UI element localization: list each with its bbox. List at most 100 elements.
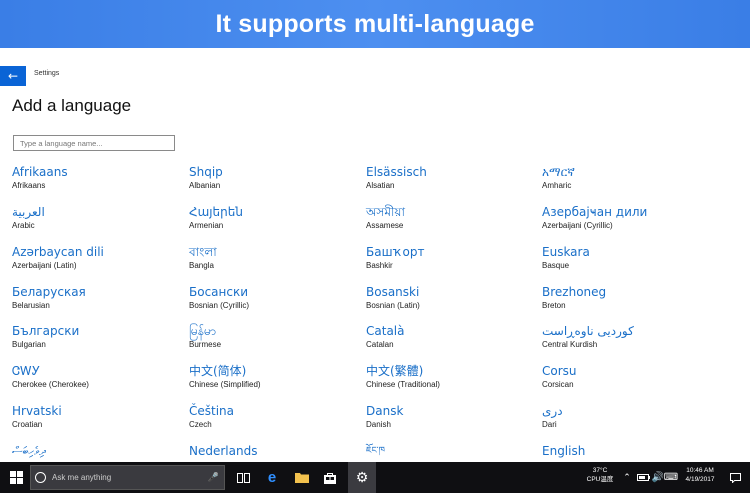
language-item[interactable]: Català Catalan: [366, 324, 536, 351]
language-item[interactable]: Corsu Corsican: [542, 364, 712, 391]
language-item[interactable]: ཇོང་ཁ: [366, 444, 536, 459]
language-native-name: Azərbaycan dili: [12, 245, 104, 259]
gear-icon: ⚙: [355, 469, 369, 486]
language-native-name: অসমীয়া: [366, 205, 405, 219]
taskbar: Ask me anything 🎤 e ⚙ 37°C CPU温度 ⌃ 🔊 ⌨ 1…: [0, 462, 750, 493]
language-english-name: Corsican: [542, 380, 574, 389]
start-button[interactable]: [8, 462, 24, 493]
language-english-name: Afrikaans: [12, 181, 46, 190]
language-native-name: 中文(繁體): [366, 364, 424, 378]
language-item[interactable]: አማርኛ Amharic: [542, 165, 712, 192]
language-english-name: Breton: [542, 301, 566, 310]
language-item[interactable]: Elsässisch Alsatian: [366, 165, 536, 192]
language-native-name: درى: [542, 404, 563, 418]
language-item[interactable]: Հայերեն Armenian: [189, 205, 359, 232]
settings-taskbar-button[interactable]: ⚙: [348, 462, 376, 493]
language-native-name: Азербајҹан дили: [542, 205, 648, 219]
store-button[interactable]: [320, 462, 340, 493]
language-item[interactable]: 中文(简体) Chinese (Simplified): [189, 364, 359, 391]
language-item[interactable]: বাংলা Bangla: [189, 245, 359, 272]
task-view-icon: [236, 472, 250, 483]
language-english-name: Croatian: [12, 420, 43, 429]
taskbar-search-box[interactable]: Ask me anything 🎤: [30, 465, 225, 490]
chevron-up-icon: ⌃: [623, 472, 631, 483]
language-item[interactable]: Čeština Czech: [189, 404, 359, 431]
search-input[interactable]: Type a language name...: [13, 135, 175, 151]
language-english-name: Azerbaijani (Cyrillic): [542, 221, 613, 230]
store-bag-icon: [324, 472, 336, 484]
language-item[interactable]: Dansk Danish: [366, 404, 536, 431]
language-native-name: ཇོང་ཁ: [366, 446, 385, 456]
language-item[interactable]: Shqip Albanian: [189, 165, 359, 192]
language-english-name: Dari: [542, 420, 557, 429]
clock[interactable]: 10:46 AM 4/19/2017: [680, 466, 720, 484]
task-view-button[interactable]: [234, 462, 252, 493]
language-native-name: Čeština: [189, 404, 235, 418]
cpu-temp-label: CPU温度: [586, 476, 614, 483]
language-english-name: Catalan: [366, 340, 394, 349]
language-item[interactable]: Nederlands: [189, 444, 359, 459]
language-english-name: Bulgarian: [12, 340, 46, 349]
language-item[interactable]: Azərbaycan dili Azerbaijani (Latin): [12, 245, 182, 272]
language-english-name: Assamese: [366, 221, 404, 230]
language-item[interactable]: 中文(繁體) Chinese (Traditional): [366, 364, 536, 391]
language-native-name: Български: [12, 324, 80, 338]
language-item[interactable]: Euskara Basque: [542, 245, 712, 272]
folder-icon: [295, 473, 309, 483]
language-item[interactable]: ᏣᎳᎩ Cherokee (Cherokee): [12, 364, 182, 391]
language-item[interactable]: မြန်မာ Burmese: [189, 324, 359, 351]
cpu-temperature: 37°C CPU温度: [585, 466, 615, 484]
language-item[interactable]: درى Dari: [542, 404, 712, 431]
language-item[interactable]: Hrvatski Croatian: [12, 404, 182, 431]
windows-icon: [9, 471, 23, 484]
language-item[interactable]: Afrikaans Afrikaans: [12, 165, 182, 192]
language-english-name: Amharic: [542, 181, 572, 190]
language-native-name: Հայերեն: [189, 205, 243, 219]
language-item[interactable]: العربية Arabic: [12, 205, 182, 232]
language-english-name: Danish: [366, 420, 391, 429]
language-native-name: Hrvatski: [12, 404, 62, 418]
language-english-name: Bashkir: [366, 261, 393, 270]
language-native-name: မြန်မာ: [189, 324, 216, 338]
language-english-name: Arabic: [12, 221, 35, 230]
back-button[interactable]: ←: [0, 66, 26, 86]
battery-button[interactable]: [636, 462, 650, 493]
language-english-name: Basque: [542, 261, 570, 270]
cpu-temp-value: 37°C: [592, 467, 608, 474]
language-item[interactable]: Беларуская Belarusian: [12, 285, 182, 312]
page-title: Add a language: [12, 96, 132, 115]
language-native-name: ᏣᎳᎩ: [12, 364, 41, 378]
language-item[interactable]: English: [542, 444, 712, 459]
language-item[interactable]: Bosanski Bosnian (Latin): [366, 285, 536, 312]
language-item[interactable]: Азербајҹан дили Azerbaijani (Cyrillic): [542, 205, 712, 232]
language-native-name: English: [542, 444, 586, 458]
taskbar-search-placeholder: Ask me anything: [52, 473, 112, 482]
language-item[interactable]: ދިވެހިބަސް: [12, 444, 182, 459]
language-native-name: Nederlands: [189, 444, 258, 458]
keyboard-button[interactable]: ⌨: [664, 462, 678, 493]
language-native-name: Башҡорт: [366, 245, 425, 259]
language-english-name: Cherokee (Cherokee): [12, 380, 89, 389]
language-native-name: Afrikaans: [12, 165, 68, 179]
file-explorer-button[interactable]: [292, 462, 312, 493]
language-item[interactable]: অসমীয়া Assamese: [366, 205, 536, 232]
show-hidden-icons-button[interactable]: ⌃: [621, 462, 633, 493]
language-english-name: Bosnian (Cyrillic): [189, 301, 250, 310]
notification-icon: [729, 472, 741, 483]
language-item[interactable]: Български Bulgarian: [12, 324, 182, 351]
language-native-name: Беларуская: [12, 285, 86, 299]
battery-icon: [636, 474, 650, 481]
language-item[interactable]: Brezhoneg Breton: [542, 285, 712, 312]
language-item[interactable]: Башҡорт Bashkir: [366, 245, 536, 272]
promo-banner: It supports multi-language: [0, 0, 750, 48]
edge-browser-button[interactable]: e: [262, 462, 282, 493]
language-english-name: Belarusian: [12, 301, 50, 310]
language-item[interactable]: Босански Bosnian (Cyrillic): [189, 285, 359, 312]
action-center-button[interactable]: [726, 462, 744, 493]
language-native-name: Euskara: [542, 245, 590, 259]
clock-time: 10:46 AM: [686, 467, 714, 474]
language-english-name: Albanian: [189, 181, 221, 190]
language-english-name: Chinese (Simplified): [189, 380, 261, 389]
speaker-icon: 🔊: [651, 472, 665, 483]
language-item[interactable]: کوردیی ناوەڕاست Central Kurdish: [542, 324, 712, 351]
